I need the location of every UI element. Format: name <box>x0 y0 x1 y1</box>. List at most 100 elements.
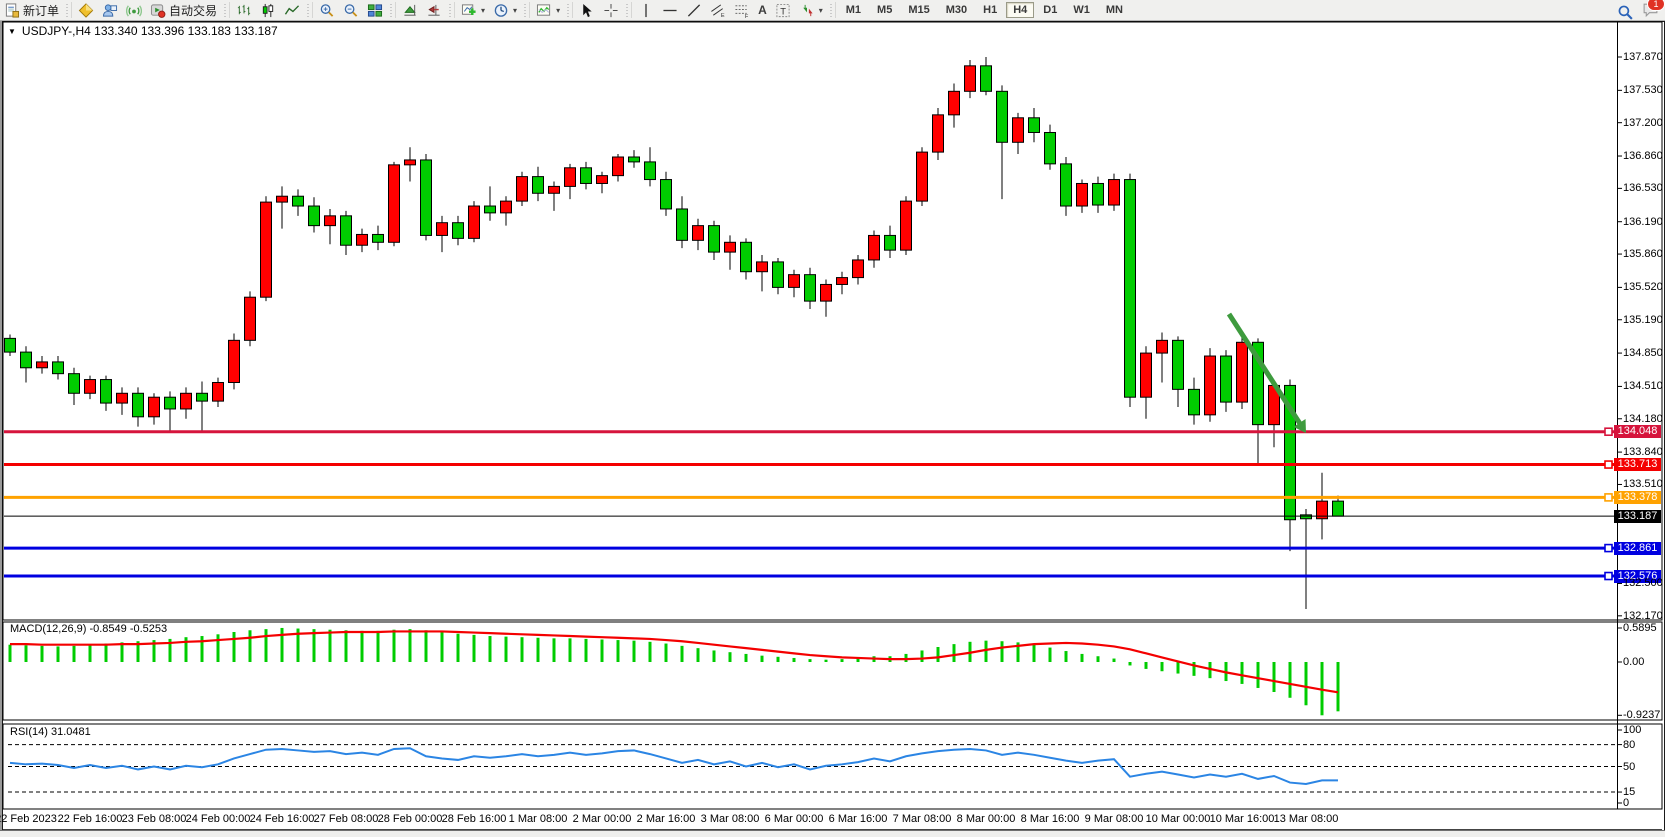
equidistant-channel-icon: E <box>710 3 726 18</box>
market-diamond-icon <box>78 3 94 18</box>
hline-price-tag[interactable]: 133.378 <box>1614 491 1661 504</box>
arrows-icon <box>799 3 815 18</box>
bull-candle <box>725 242 736 252</box>
text-tool-icon: A <box>758 3 767 17</box>
zoom-out-button[interactable] <box>339 1 363 19</box>
bear-candle <box>485 206 496 213</box>
bull-candle <box>597 176 608 184</box>
timeframe-button-w1[interactable]: W1 <box>1066 2 1097 18</box>
price-tick-label: 136.530 <box>1623 183 1663 194</box>
notifications-button[interactable]: 1 <box>1642 1 1659 23</box>
bear-candle <box>1173 340 1184 389</box>
hline-handle[interactable] <box>1605 428 1612 435</box>
tile-windows-button[interactable] <box>363 1 387 19</box>
bear-candle <box>21 352 32 368</box>
cursor-icon <box>579 3 595 18</box>
period-button[interactable]: ▾ <box>489 1 521 19</box>
timeframe-button-d1[interactable]: D1 <box>1036 2 1064 18</box>
hline-price-tag[interactable]: 134.048 <box>1614 425 1661 438</box>
bear-candle <box>309 206 320 226</box>
search-icon[interactable] <box>1617 4 1634 21</box>
timeframe-button-mn[interactable]: MN <box>1099 2 1130 18</box>
bull-candle <box>917 152 928 201</box>
price-tick-label: 136.190 <box>1623 217 1663 228</box>
signals-button[interactable] <box>122 1 146 19</box>
timeframe-button-m30[interactable]: M30 <box>939 2 974 18</box>
timeframe-button-h1[interactable]: H1 <box>976 2 1004 18</box>
rsi-scale-label: 100 <box>1623 725 1641 736</box>
bear-candle <box>1029 118 1040 133</box>
timeframe-button-m5[interactable]: M5 <box>870 2 899 18</box>
hline-price-tag[interactable]: 133.713 <box>1614 458 1661 471</box>
arrows-tool-button[interactable]: ▾ <box>795 1 827 19</box>
bull-candle <box>1157 340 1168 353</box>
bear-candle <box>197 393 208 401</box>
window-bottom-edge <box>0 830 1665 837</box>
market-button[interactable] <box>74 1 98 19</box>
bull-candle <box>469 206 480 238</box>
bear-candle <box>1061 164 1072 206</box>
bear-candle <box>677 209 688 240</box>
bull-candle <box>949 91 960 115</box>
indicators-caret-icon: ▾ <box>556 6 560 15</box>
community-button[interactable] <box>98 1 122 19</box>
time-axis-label: 9 Mar 08:00 <box>1085 813 1144 825</box>
time-axis-label: 27 Feb 08:00 <box>314 813 379 825</box>
bear-candle <box>421 160 432 235</box>
macd-scale-label: 0.5895 <box>1623 623 1657 634</box>
hline-handle[interactable] <box>1605 494 1612 501</box>
candlestick-mode-button[interactable] <box>256 1 280 19</box>
bull-candle <box>517 177 528 202</box>
channel-tool-button[interactable]: E <box>706 1 730 19</box>
text-tool-button[interactable]: A <box>754 1 771 19</box>
timeframe-button-m15[interactable]: M15 <box>901 2 936 18</box>
bear-candle <box>741 242 752 271</box>
bull-candle <box>245 297 256 340</box>
timeframe-button-m1[interactable]: M1 <box>839 2 868 18</box>
crosshair-tool-button[interactable] <box>599 1 623 19</box>
new-order-button[interactable]: 新订单 <box>0 1 63 19</box>
time-axis-label: 1 Mar 08:00 <box>509 813 568 825</box>
horizontal-line-tool-button[interactable] <box>658 1 682 19</box>
timeframe-button-h4[interactable]: H4 <box>1006 2 1034 18</box>
bull-candle <box>1109 180 1120 205</box>
hline-handle[interactable] <box>1605 461 1612 468</box>
hline-price-tag[interactable]: 132.861 <box>1614 542 1661 555</box>
cursor-tool-button[interactable] <box>575 1 599 19</box>
hline-handle[interactable] <box>1605 573 1612 580</box>
zoom-in-button[interactable] <box>315 1 339 19</box>
main-toolbar: 新订单 自动交易 <box>0 0 1665 21</box>
autotrading-icon <box>150 3 166 18</box>
bull-candle <box>901 201 912 250</box>
symbol-dropdown-icon[interactable]: ▼ <box>8 27 16 36</box>
price-tick-label: 137.530 <box>1623 85 1663 96</box>
text-label-tool-button[interactable]: T <box>771 1 795 19</box>
autotrading-button[interactable]: 自动交易 <box>146 1 221 19</box>
toolbar-separator <box>828 2 836 18</box>
bear-candle <box>581 168 592 184</box>
toolbar-separator <box>565 2 573 18</box>
trendline-tool-button[interactable] <box>682 1 706 19</box>
toolbar-right-group: 1 <box>1617 1 1659 23</box>
macd-signal-line <box>10 631 1338 692</box>
new-chart-button[interactable]: ▾ <box>457 1 489 19</box>
chart-plot[interactable] <box>0 0 1665 837</box>
bear-candle <box>773 262 784 287</box>
fibonacci-tool-button[interactable]: F <box>730 1 754 19</box>
bar-chart-mode-button[interactable] <box>232 1 256 19</box>
new-chart-caret-icon: ▾ <box>481 6 485 15</box>
line-chart-mode-button[interactable] <box>280 1 304 19</box>
rsi-scale-label: 50 <box>1623 762 1635 773</box>
auto-scroll-button[interactable] <box>398 1 422 19</box>
bull-candle <box>1205 356 1216 415</box>
indicators-button[interactable]: ▾ <box>532 1 564 19</box>
vertical-line-tool-button[interactable] <box>634 1 658 19</box>
chart-shift-button[interactable] <box>422 1 446 19</box>
bear-candle <box>373 234 384 242</box>
hline-handle[interactable] <box>1605 545 1612 552</box>
toolbar-separator <box>447 2 455 18</box>
time-axis-label: 8 Mar 00:00 <box>957 813 1016 825</box>
time-axis-label: 6 Mar 16:00 <box>829 813 888 825</box>
rsi-pane-border <box>3 724 1662 809</box>
price-tick-label: 135.860 <box>1623 249 1663 260</box>
